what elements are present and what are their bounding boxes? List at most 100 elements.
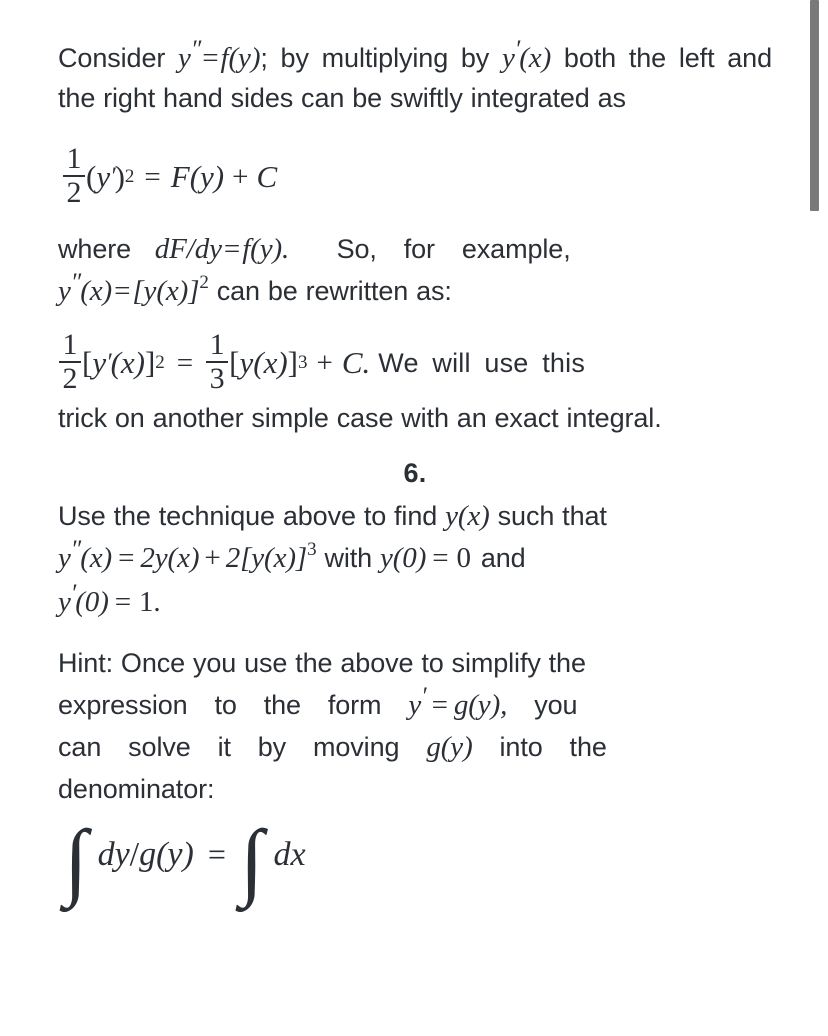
problem2-y-prime: y′ (58, 580, 76, 618)
problem2-one: 1. (139, 586, 161, 618)
equation-2-continuation: trick on another simple case with an exa… (58, 403, 662, 433)
where-line-2: y″(x)=[y(x)]2 can be rewritten as: (58, 270, 772, 312)
integral-sign-left: ∫ (64, 812, 88, 908)
eq1-open-paren: ( (86, 159, 97, 194)
eq2-rhs-close-bracket: ] (287, 345, 298, 380)
problem-equation-line-1: y″(x) = 2y(x) +2[y(x)]3 with y(0) = 0 and (58, 536, 772, 580)
eq1-F: F (170, 159, 190, 194)
vertical-scrollbar-track[interactable] (800, 0, 828, 1036)
problem-y0: y(0) (379, 542, 427, 574)
final-integral-equation: ∫ dy / g (y) = ∫ dx (58, 817, 772, 904)
f-of-y: f(y). (242, 233, 290, 265)
equation-1: 1 2 (y ′) 2 = F (y) + C (58, 143, 772, 210)
problem-yx: y(x) (445, 500, 490, 532)
eq2-rhs-yx: y(x) (239, 345, 288, 380)
eq2-C: C. (341, 345, 371, 380)
where-equals: = (223, 233, 241, 265)
hint-g-arg-2: (y) (440, 731, 473, 763)
integral-g-arg: (y) (156, 835, 194, 873)
problem-equals: = (118, 542, 135, 574)
problem-2bracket: 2[y(x)] (225, 542, 308, 574)
fraction-one-third: 1 3 (206, 329, 229, 395)
line2-y-double-prime: y″ (58, 269, 81, 307)
document-page: Consider y″=f(y); by multiplying by y′(x… (0, 0, 828, 1036)
problem-equation-line-2: y′(0) = 1. (58, 580, 772, 624)
eq2-lhs-open-bracket: [ (82, 345, 93, 380)
integral-slash: / (129, 835, 140, 873)
line2-exponent: 2 (199, 272, 209, 293)
fraction-one-half-2: 1 2 (59, 329, 81, 395)
line2-bracket-expr: [y(x)] (132, 275, 200, 307)
integral-sign-right: ∫ (239, 812, 264, 908)
line2-equals: = (114, 275, 131, 307)
hint-g-arg: (y), (468, 689, 508, 721)
vertical-scrollbar-thumb[interactable] (810, 0, 819, 211)
eq2-rhs-open-bracket: [ (229, 345, 240, 380)
hint-line2-prefix: expression to the form (58, 690, 409, 720)
hint-y-prime: y′ (408, 683, 426, 721)
intro-mid: ; by multiplying by (260, 43, 502, 73)
eq1-equals: = (144, 160, 161, 193)
eq2-plus: + (316, 346, 333, 379)
line2-tail: can be rewritten as: (216, 276, 452, 306)
eq1-C: C (256, 159, 278, 194)
problem-exponent: 3 (307, 539, 317, 560)
problem-y-double-prime: y″ (58, 536, 81, 574)
intro-paragraph: Consider y″=f(y); by multiplying by y′(x… (58, 36, 772, 118)
document-content: Consider y″=f(y); by multiplying by y′(x… (58, 36, 772, 904)
hint-line-4: denominator: (58, 774, 215, 804)
problem2-equals: = (114, 586, 132, 618)
eq1-F-arg: (y) (189, 159, 225, 194)
so-for-example: So, for example, (336, 234, 571, 264)
problem-with: with (324, 543, 380, 573)
equation-2: 1 2 [y ′ (x)] 2 = 1 3 [y(x)] 3 + C. We will … (58, 329, 772, 396)
problem2-zero-arg: (0) (75, 586, 109, 618)
line2-x-arg: (x) (80, 275, 113, 307)
integral-dx: dx (273, 835, 306, 873)
hint-line3-tail: into the (472, 732, 607, 762)
integral-g: g (139, 835, 157, 873)
hint-g: g (453, 689, 469, 721)
problem-2y: 2y(x) (140, 542, 200, 574)
problem-statement-lead: Use the technique above to find y(x) suc… (58, 500, 607, 532)
dF-dy: dF/dy (154, 233, 222, 265)
intro-f-arg: (y) (228, 42, 261, 74)
problem-and: and (472, 543, 526, 573)
eq1-close-paren: ) (114, 159, 125, 194)
problem-zero: 0 (456, 542, 472, 574)
hint-line-2: expression to the form y′ = g(y), you (58, 684, 772, 726)
where-label: where (58, 234, 132, 264)
hint-equals: = (431, 689, 448, 721)
eq1-plus: + (232, 160, 249, 193)
intro-equals-1: = (202, 42, 219, 74)
where-line-1: where dF/dy=f(y). So, for example, (58, 228, 772, 270)
eq2-equals: = (176, 346, 194, 379)
eq1-y: y (96, 159, 111, 194)
hint-line-1: Hint: Once you use the above to simplify… (58, 648, 586, 678)
eq2-lhs-y: y (92, 345, 107, 380)
intro-y-prime-arg: (x) (519, 42, 552, 74)
problem-x-arg: (x) (80, 542, 113, 574)
hint-line2-tail: you (507, 690, 578, 720)
hint-line3-prefix: can solve it by moving (58, 732, 427, 762)
fraction-one-half: 1 2 (63, 143, 85, 209)
integral-dy: dy (97, 835, 130, 873)
hint-g-2: g (426, 731, 441, 763)
intro-y-double-prime: y″ (178, 36, 201, 74)
intro-y-prime: y′ (502, 36, 520, 74)
eq2-lhs-close-bracket: ] (144, 345, 156, 380)
hint-line-3: can solve it by moving g(y) into the (58, 726, 772, 768)
eq2-lhs-x: (x) (110, 345, 145, 380)
section-number-heading: 6. (403, 458, 427, 488)
integral-equals: = (207, 836, 226, 873)
eq2-trailing-text: We will use this (378, 347, 586, 378)
intro-prefix: Consider (58, 43, 179, 73)
problem-plus: + (204, 542, 221, 574)
problem-equals-2: = (432, 542, 449, 574)
